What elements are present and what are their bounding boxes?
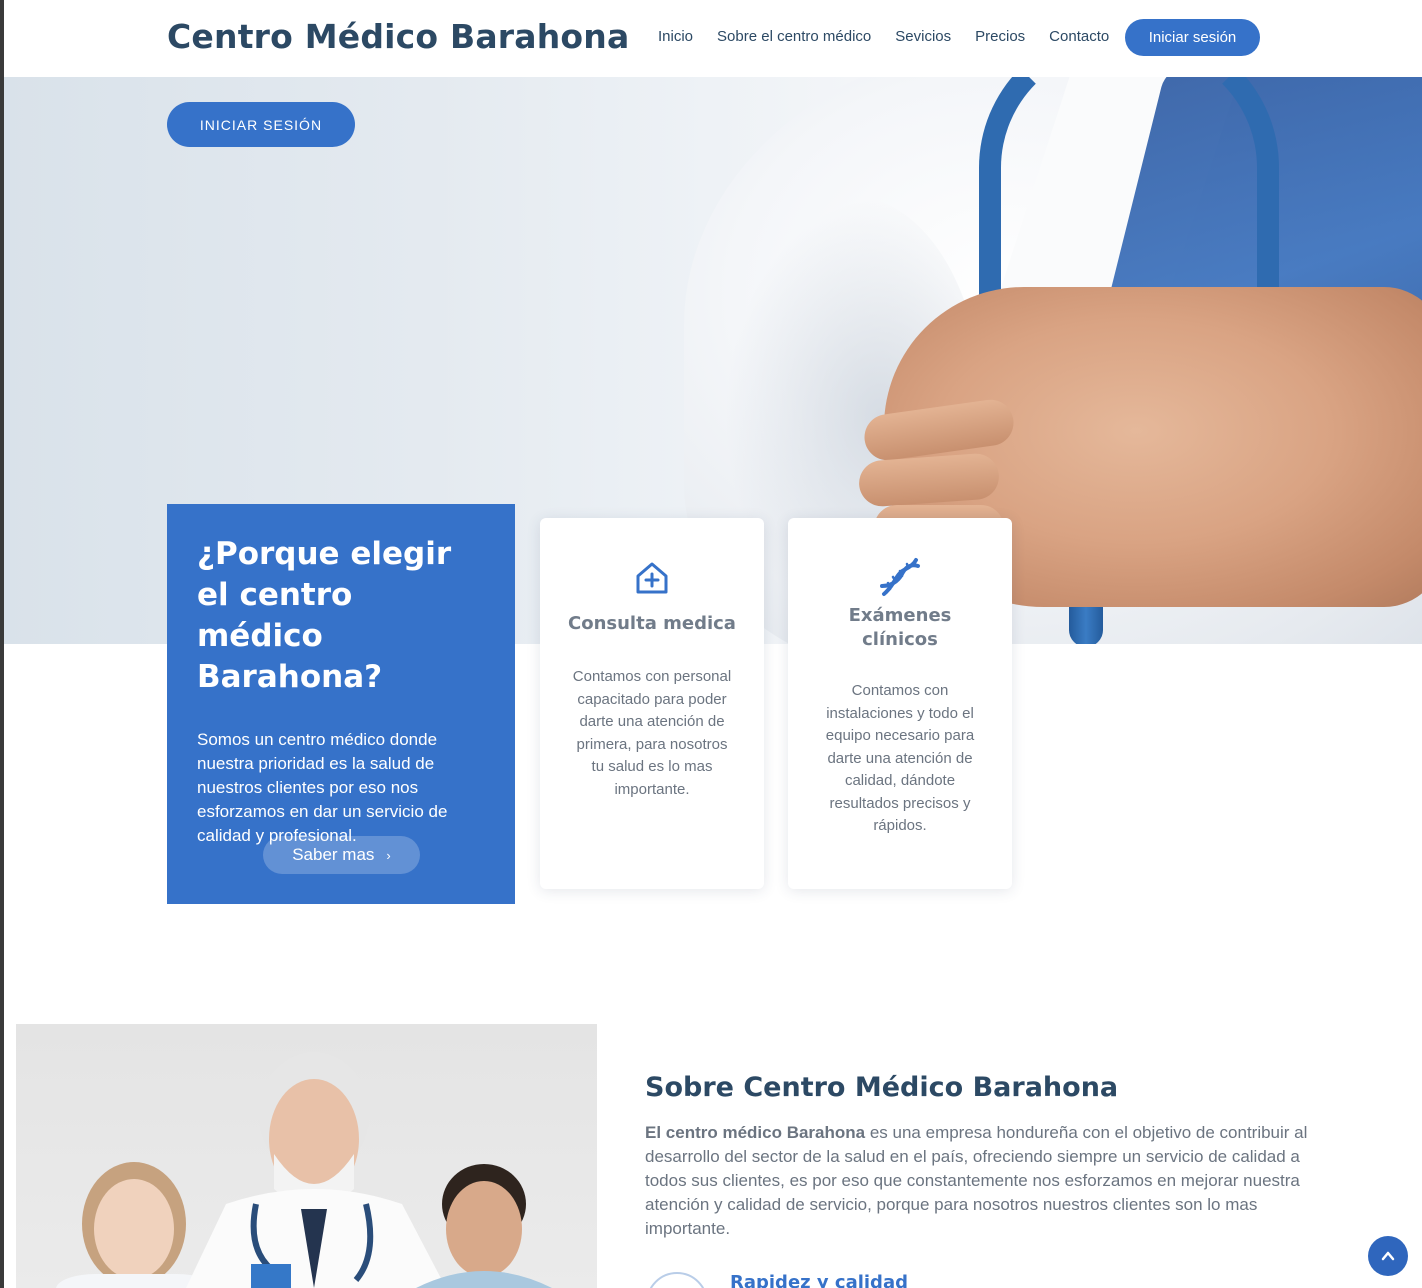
hero-login-button[interactable]: INICIAR SESIÓN — [167, 102, 355, 147]
why-text: Somos un centro médico donde nuestra pri… — [197, 730, 448, 845]
card-title: Exámenes clínicos — [848, 605, 952, 650]
site-header: Centro Médico Barahona Inicio Sobre el c… — [4, 0, 1422, 77]
why-title: ¿Porque elegir el centro médico Barahona… — [197, 536, 452, 695]
chevron-right-icon: › — [386, 847, 391, 863]
doctors-team-image — [16, 1024, 597, 1288]
nav-servicios[interactable]: Sevicios — [895, 28, 951, 45]
card-text: Contamos con instalaciones y todo el equ… — [825, 682, 975, 834]
service-card-examenes: Exámenes clínicos Contamos con instalaci… — [788, 518, 1012, 889]
nav-inicio[interactable]: Inicio — [658, 28, 693, 45]
card-text: Contamos con personal capacitado para po… — [572, 668, 732, 798]
finger-image — [857, 452, 1001, 508]
dna-icon — [788, 556, 1012, 598]
nav-precios[interactable]: Precios — [975, 28, 1025, 45]
why-choose-box: ¿Porque elegir el centro médico Barahona… — [167, 504, 515, 904]
nav-contacto[interactable]: Contacto — [1049, 28, 1109, 45]
card-title: Consulta medica — [568, 613, 736, 634]
feature-title: Rapidez y calidad — [730, 1272, 908, 1288]
hospital-plus-icon — [540, 560, 764, 596]
chevron-up-icon — [1381, 1251, 1395, 1261]
about-text-bold: El centro médico Barahona — [645, 1123, 866, 1142]
header-login-button[interactable]: Iniciar sesión — [1125, 19, 1260, 56]
window-edge — [0, 0, 4, 1288]
learn-more-label: Saber mas — [292, 845, 375, 864]
back-to-top-button[interactable] — [1368, 1236, 1408, 1276]
learn-more-button[interactable]: Saber mas › — [263, 836, 420, 874]
site-logo[interactable]: Centro Médico Barahona — [167, 17, 629, 56]
about-title: Sobre Centro Médico Barahona — [645, 1072, 1119, 1103]
feature-icon-circle — [646, 1272, 708, 1288]
nav-sobre[interactable]: Sobre el centro médico — [717, 28, 871, 45]
about-text: El centro médico Barahona es una empresa… — [645, 1121, 1345, 1241]
service-card-consulta: Consulta medica Contamos con personal ca… — [540, 518, 764, 889]
main-nav: Inicio Sobre el centro médico Sevicios P… — [658, 28, 1133, 45]
